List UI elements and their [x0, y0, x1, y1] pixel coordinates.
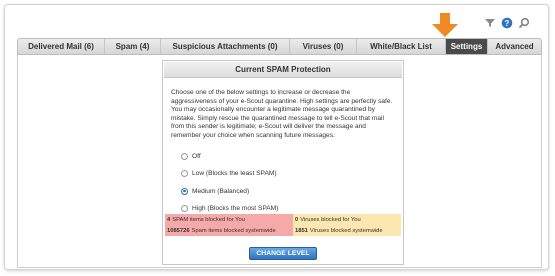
stat-spam-system: 1085726 Spam items blocked systemwide: [165, 225, 293, 236]
app-window: ? Delivered Mail (6) Spam (4) Suspicious…: [4, 4, 549, 270]
protection-description: Choose one of the below settings to incr…: [171, 89, 393, 139]
option-low[interactable]: Low (Blocks the least SPAM): [181, 168, 403, 179]
option-label: Medium (Balanced): [192, 187, 250, 195]
radio-low[interactable]: [181, 170, 188, 178]
option-label: High (Blocks the most SPAM): [192, 205, 279, 213]
change-level-button[interactable]: CHANGE LEVEL: [249, 247, 317, 260]
blocked-stats: 4 SPAM items blocked for You 0 Viruses b…: [165, 214, 401, 236]
pointer-arrow-icon: [430, 13, 460, 37]
tab-spam[interactable]: Spam (4): [105, 39, 161, 54]
svg-text:?: ?: [505, 19, 510, 28]
spam-protection-box: Current SPAM Protection Choose one of th…: [162, 60, 404, 265]
stat-spam-you: 4 SPAM items blocked for You: [165, 214, 293, 225]
tab-bar: Delivered Mail (6) Spam (4) Suspicious A…: [17, 38, 542, 55]
box-title: Current SPAM Protection: [164, 62, 402, 78]
radio-off[interactable]: [181, 152, 188, 160]
header-icons: ?: [484, 16, 530, 29]
stat-virus-system: 1851 Viruses blocked systemwide: [293, 225, 401, 236]
search-icon[interactable]: [518, 16, 530, 29]
option-high[interactable]: High (Blocks the most SPAM): [181, 203, 403, 214]
tab-advanced[interactable]: Advanced: [488, 39, 541, 54]
radio-high[interactable]: [181, 205, 188, 213]
filter-icon[interactable]: [484, 16, 496, 28]
help-icon[interactable]: ?: [501, 16, 513, 29]
tab-suspicious-attachments[interactable]: Suspicious Attachments (0): [161, 39, 290, 54]
tab-white-black-list[interactable]: White/Black List: [357, 39, 446, 54]
option-medium[interactable]: Medium (Balanced): [181, 186, 403, 197]
option-label: Low (Blocks the least SPAM): [192, 170, 277, 178]
tab-delivered-mail[interactable]: Delivered Mail (6): [18, 39, 105, 54]
tab-viruses[interactable]: Viruses (0): [290, 39, 357, 54]
tab-settings[interactable]: Settings: [446, 39, 488, 54]
radio-medium[interactable]: [181, 187, 188, 195]
option-off[interactable]: Off: [181, 151, 403, 162]
option-label: Off: [192, 152, 201, 160]
protection-options: Off Low (Blocks the least SPAM) Medium (…: [181, 151, 403, 215]
stat-virus-you: 0 Viruses blocked for You: [293, 214, 401, 225]
